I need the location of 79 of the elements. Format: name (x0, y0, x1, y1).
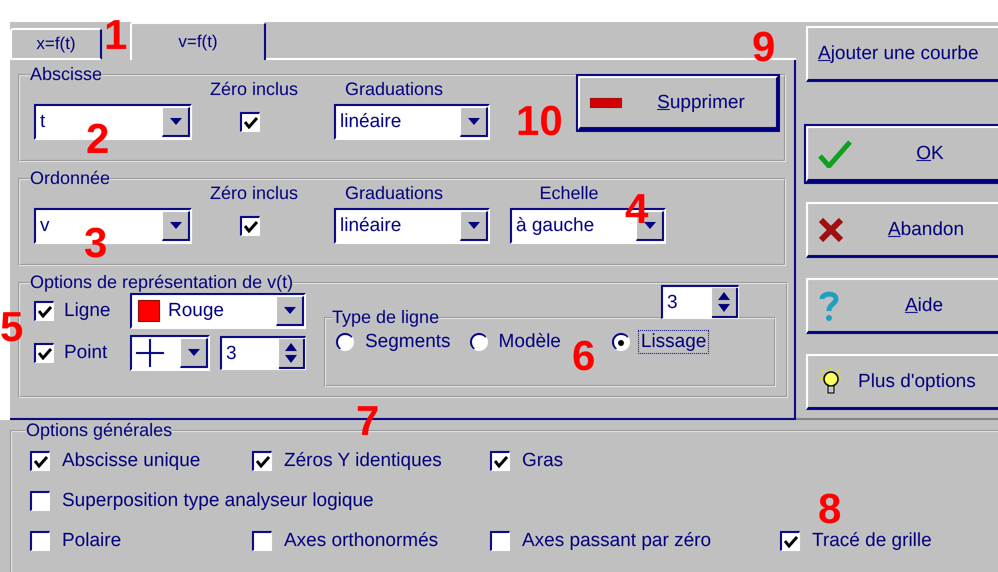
radio-label: Segments (364, 330, 452, 354)
checkmark-icon (38, 306, 52, 318)
checkbox[interactable] (240, 112, 260, 132)
option-label: Superposition type analyseur logique (62, 490, 374, 512)
dropdown-arrow-icon (188, 349, 200, 356)
point-style-dropdown[interactable] (130, 335, 210, 371)
checkbox[interactable] (34, 301, 54, 321)
checkmark-icon (784, 536, 798, 548)
column-label: Graduations (344, 79, 444, 100)
checkbox[interactable] (240, 216, 260, 236)
checkbox[interactable] (490, 531, 510, 551)
action-button[interactable]: OK (806, 126, 998, 182)
action-button[interactable]: Aide (806, 278, 998, 334)
radio-label: Modèle (498, 330, 562, 354)
dropdown-arrow-icon (170, 222, 182, 229)
option-label: Point (64, 342, 108, 364)
checkmark-icon (38, 348, 52, 360)
cross-icon (818, 216, 844, 242)
checkmark-icon (494, 456, 508, 468)
annotation-number: 5 (0, 306, 24, 348)
action-button[interactable]: Abandon (806, 202, 998, 258)
radio-button[interactable] (612, 333, 630, 351)
dropdown-arrow-icon (170, 118, 182, 125)
option-label: Tracé de grille (812, 530, 932, 552)
annotation-number: 9 (752, 26, 776, 68)
annotation-number: 6 (572, 335, 596, 377)
annotation-number: 1 (104, 14, 128, 56)
option-label: Polaire (62, 530, 122, 552)
spin-arrows-icon (717, 290, 731, 312)
minus-icon (590, 98, 622, 108)
annotation-number: 10 (516, 100, 563, 142)
group-title: Options de représentation de v(t) (30, 272, 294, 293)
group-title: Abscisse (30, 64, 102, 85)
checkbox[interactable] (30, 531, 50, 551)
help-icon (818, 290, 840, 322)
column-label: Echelle (538, 183, 600, 204)
checkbox[interactable] (490, 451, 510, 471)
checkbox[interactable] (252, 451, 272, 471)
color-dropdown[interactable]: Rouge (130, 293, 306, 329)
graduations-dropdown[interactable]: linéaire (334, 104, 490, 140)
option-label: Axes orthonormés (284, 530, 438, 552)
dropdown-arrow-icon (468, 222, 480, 229)
option-label: Axes passant par zéro (522, 530, 712, 552)
action-button[interactable]: Ajouter une courbe (806, 26, 998, 82)
column-label: Zéro inclus (208, 79, 300, 100)
column-label: Zéro inclus (208, 183, 300, 204)
point-size-spinbox[interactable]: 3 (220, 336, 306, 370)
radio-button[interactable] (470, 333, 488, 351)
group-title: Type de ligne (332, 307, 440, 328)
action-button[interactable]: Plus d'options (806, 354, 998, 410)
checkmark-icon (34, 456, 48, 468)
spin-arrows-icon (284, 342, 298, 364)
dropdown-arrow-icon (284, 307, 296, 314)
smoothing-spinbox[interactable]: 3 (661, 285, 739, 319)
radio-button[interactable] (336, 333, 354, 351)
checkbox[interactable] (30, 491, 50, 511)
checkbox[interactable] (252, 531, 272, 551)
radio-label: Lissage (638, 330, 710, 354)
checkmark-icon (818, 140, 852, 168)
group-title: Ordonnée (30, 168, 110, 189)
plus-icon (136, 339, 164, 367)
checkmark-icon (244, 220, 258, 232)
group-title: Options générales (26, 420, 172, 441)
checkmark-icon (256, 456, 270, 468)
option-label: Abscisse unique (62, 450, 200, 472)
tab[interactable]: x=f(t) (10, 28, 102, 60)
graduations-dropdown[interactable]: linéaire (334, 208, 490, 244)
checkmark-icon (244, 116, 258, 128)
checkbox[interactable] (34, 343, 54, 363)
column-label: Graduations (344, 183, 444, 204)
tab[interactable]: v=f(t) (130, 22, 266, 60)
checkbox[interactable] (30, 451, 50, 471)
delete-button[interactable]: Supprimer (578, 76, 778, 130)
option-label: Zéros Y identiques (284, 450, 442, 472)
checkbox[interactable] (780, 531, 800, 551)
option-label: Ligne (64, 300, 112, 322)
annotation-number: 8 (818, 488, 842, 530)
dropdown-arrow-icon (468, 118, 480, 125)
option-label: Gras (522, 450, 564, 472)
